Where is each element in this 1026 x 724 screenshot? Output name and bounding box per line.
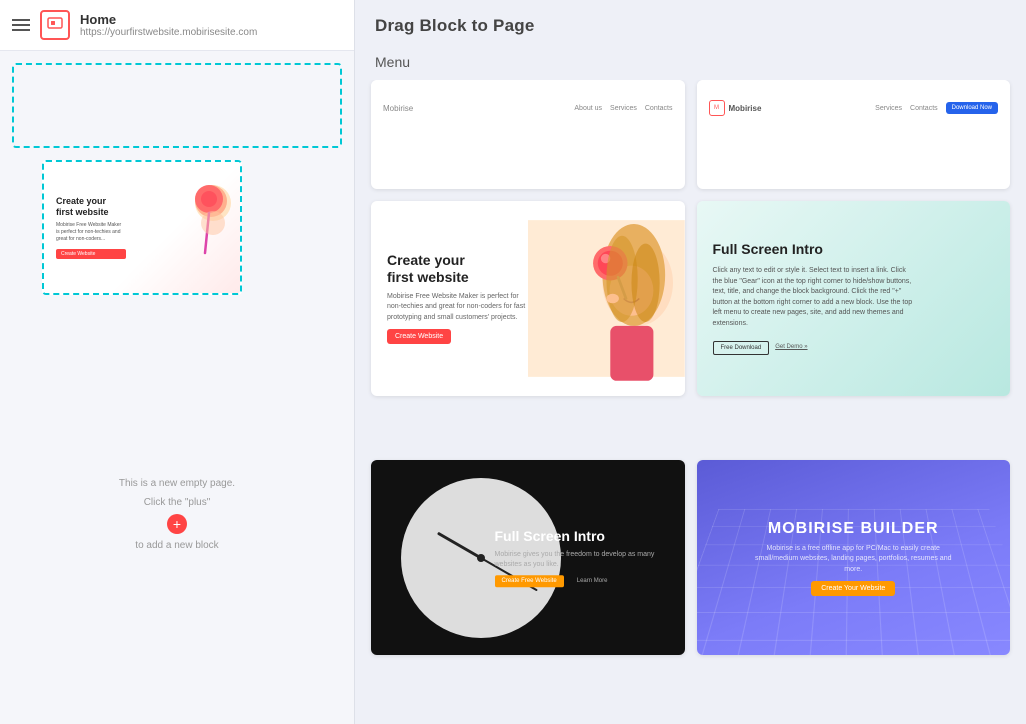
section-menu-label: Menu (355, 46, 1026, 80)
mb-cta-button[interactable]: Create Your Website (811, 581, 895, 596)
right-header: Drag Block to Page (355, 0, 1026, 46)
empty-page-line1: This is a new empty page. (119, 476, 235, 491)
hero-subtitle: Mobirise Free Website Maker is perfect f… (387, 292, 527, 324)
clock-hour-hand (437, 532, 482, 560)
hero-cta-button[interactable]: Create Website (387, 329, 451, 344)
create-free-website-button[interactable]: Create Free Website (495, 576, 564, 588)
fullscreen-dark-block[interactable]: Full Screen Intro Mobirise gives you the… (371, 460, 685, 655)
drag-title: Drag Block to Page (375, 16, 1006, 36)
hero-content: Create yourfirst website Mobirise Free W… (371, 201, 543, 396)
empty-page-section: This is a new empty page. Click the "plu… (12, 307, 342, 712)
drop-zone-empty[interactable] (12, 63, 342, 148)
hero-image-area (528, 201, 685, 396)
block-sub-text: Mobirise Free Website Maker is perfect f… (56, 222, 126, 243)
block-text-area: Create yourfirst website Mobirise Free W… (56, 196, 126, 259)
menu-logo-text: Mobirise (383, 104, 413, 113)
hamburger-icon[interactable] (12, 19, 30, 31)
block-main-title: Create yourfirst website (56, 196, 126, 218)
fsd-text-area: Full Screen Intro Mobirise gives you the… (495, 528, 655, 588)
get-demo-link[interactable]: Get Demo » (775, 341, 807, 355)
empty-page-line3: to add a new block (135, 538, 218, 553)
block-lollipop-image (180, 162, 235, 293)
blocks-grid: Mobirise About us Services Contacts M Mo… (355, 80, 1026, 724)
menu-links: About us Services Contacts (574, 105, 672, 112)
home-logo-icon (40, 10, 70, 40)
add-block-button[interactable]: + (167, 514, 187, 534)
menu-block-white[interactable]: Mobirise About us Services Contacts (371, 80, 685, 189)
mb-body: Mobirise is a free offline app for PC/Ma… (753, 544, 953, 576)
fullscreen-light-block[interactable]: Full Screen Intro Click any text to edit… (697, 201, 1011, 396)
home-url: https://yourfirstwebsite.mobirisesite.co… (80, 27, 257, 38)
hero-create-block[interactable]: Create yourfirst website Mobirise Free W… (371, 201, 685, 396)
clock-center-dot (477, 554, 485, 562)
learn-more-button[interactable]: Learn More (570, 576, 615, 588)
fsd-buttons: Create Free Website Learn More (495, 576, 655, 588)
home-title: Home (80, 12, 257, 27)
fsd-body: Mobirise gives you the freedom to develo… (495, 550, 655, 570)
mobirise-builder-block[interactable]: MOBIRISE BUILDER Mobirise is a free offl… (697, 460, 1011, 655)
download-now-button[interactable]: Download Now (946, 102, 998, 114)
mb-title: MOBIRISE BUILDER (768, 520, 939, 538)
menu-block-colored[interactable]: M Mobirise Services Contacts Download No… (697, 80, 1011, 189)
free-download-button[interactable]: Free Download (713, 341, 770, 355)
menu-logo-icon: M Mobirise (709, 100, 762, 116)
sidebar-content: Create yourfirst website Mobirise Free W… (0, 51, 354, 724)
menu-links-right: Services Contacts Download Now (875, 102, 998, 114)
sidebar-header: Home https://yourfirstwebsite.mobirisesi… (0, 0, 354, 51)
block-cta-button[interactable]: Create Website (56, 249, 126, 259)
fs-light-body: Click any text to edit or style it. Sele… (713, 266, 913, 329)
hero-title: Create yourfirst website (387, 252, 527, 286)
fs-light-title: Full Screen Intro (713, 241, 995, 258)
right-panel: Drag Block to Page Menu Mobirise About u… (355, 0, 1026, 724)
sidebar: Home https://yourfirstwebsite.mobirisesi… (0, 0, 355, 724)
empty-page-line2: Click the "plus" (144, 495, 211, 510)
menu-icon-sq: M (709, 100, 725, 116)
fsd-title: Full Screen Intro (495, 528, 655, 544)
dragged-block-thumbnail[interactable]: Create yourfirst website Mobirise Free W… (42, 160, 242, 295)
fs-light-buttons: Free Download Get Demo » (713, 341, 995, 355)
home-info: Home https://yourfirstwebsite.mobirisesi… (80, 12, 257, 38)
mb-content: MOBIRISE BUILDER Mobirise is a free offl… (753, 520, 953, 597)
